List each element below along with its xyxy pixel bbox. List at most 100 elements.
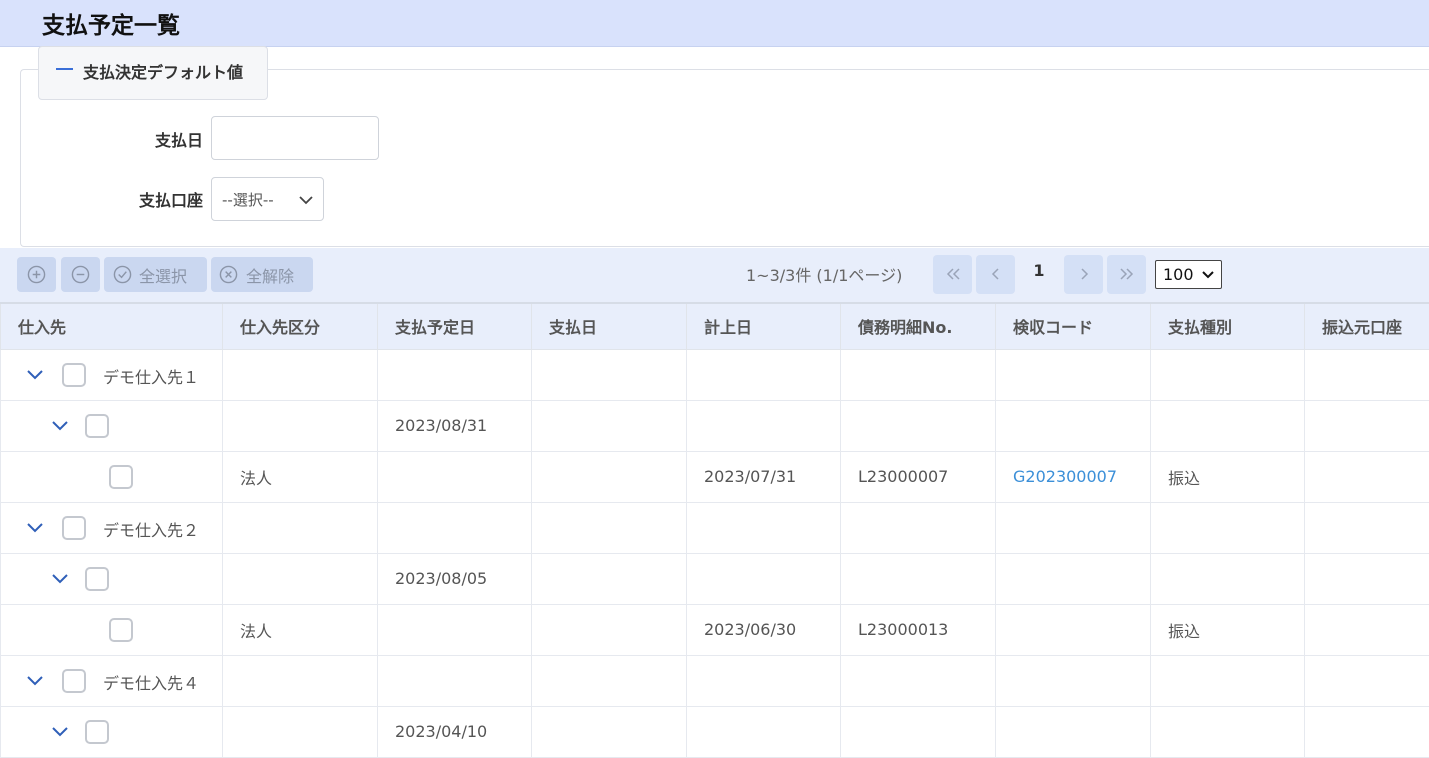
chevron-down-icon[interactable] <box>51 725 69 739</box>
cell-account <box>1305 604 1429 655</box>
cell-pay-type <box>1151 553 1305 604</box>
cell-account <box>1305 706 1429 757</box>
cell-inspection <box>996 655 1151 706</box>
section-toggle[interactable]: 支払決定デフォルト値 <box>38 46 268 100</box>
cell-debt-no: L23000013 <box>841 604 996 655</box>
column-header[interactable]: 仕入先 <box>1 303 223 349</box>
row-checkbox[interactable] <box>62 363 86 387</box>
double-chevron-left-icon <box>945 267 961 281</box>
collapse-all-button[interactable] <box>61 257 100 292</box>
account-select-value: --選択-- <box>222 189 274 210</box>
cell-category <box>223 706 378 757</box>
cell-account <box>1305 553 1429 604</box>
table-toolbar: 全選択 全解除 1~3/3件 (1/1ページ) 1 100 <box>0 248 1429 302</box>
chevron-down-icon[interactable] <box>26 521 44 535</box>
table-row: 2023/08/05 <box>1 553 1429 604</box>
per-page-select[interactable]: 100 <box>1155 260 1222 289</box>
chevron-right-icon <box>1076 267 1092 281</box>
cell-category: 法人 <box>223 604 378 655</box>
cell-category <box>223 502 378 553</box>
row-checkbox[interactable] <box>62 669 86 693</box>
select-all-label: 全選択 <box>139 263 187 287</box>
tree-cell <box>1 400 223 451</box>
cell-post-date: 2023/06/30 <box>687 604 841 655</box>
cell-scheduled <box>378 451 532 502</box>
column-header[interactable]: 支払日 <box>532 303 687 349</box>
cell-debt-no <box>841 400 996 451</box>
page-range-text: 1~3/3件 (1/1ページ) <box>746 262 902 286</box>
cell-pay-date <box>532 553 687 604</box>
select-all-button[interactable]: 全選択 <box>104 257 207 292</box>
row-checkbox[interactable] <box>85 720 109 744</box>
expand-all-button[interactable] <box>17 257 56 292</box>
row-checkbox[interactable] <box>109 618 133 642</box>
tree-cell <box>1 604 223 655</box>
chevron-down-icon[interactable] <box>51 572 69 586</box>
account-select[interactable]: --選択-- <box>211 177 324 221</box>
cell-post-date <box>687 400 841 451</box>
column-header[interactable]: 振込元口座 <box>1305 303 1429 349</box>
column-header[interactable]: 仕入先区分 <box>223 303 378 349</box>
next-page-button[interactable] <box>1064 255 1103 294</box>
cell-inspection <box>996 604 1151 655</box>
tree-cell <box>1 706 223 757</box>
column-header[interactable]: 支払種別 <box>1151 303 1305 349</box>
chevron-down-icon[interactable] <box>26 674 44 688</box>
cell-pay-date <box>532 604 687 655</box>
column-header[interactable]: 支払予定日 <box>378 303 532 349</box>
cell-inspection <box>996 502 1151 553</box>
cell-inspection <box>996 706 1151 757</box>
chevron-left-icon <box>988 267 1004 281</box>
cell-post-date <box>687 655 841 706</box>
supplier-name: デモ仕入先４ <box>103 670 199 694</box>
account-label: 支払口座 <box>83 187 203 211</box>
supplier-name: デモ仕入先２ <box>103 517 199 541</box>
clear-all-label: 全解除 <box>246 263 294 287</box>
row-checkbox[interactable] <box>85 567 109 591</box>
page-header: 支払予定一覧 <box>0 0 1429 47</box>
tree-cell: デモ仕入先４ <box>1 655 223 706</box>
cell-inspection[interactable]: G202300007 <box>996 451 1151 502</box>
plus-circle-icon <box>27 265 46 284</box>
last-page-button[interactable] <box>1107 255 1146 294</box>
chevron-down-icon[interactable] <box>26 368 44 382</box>
cell-inspection <box>996 400 1151 451</box>
check-circle-icon <box>113 265 132 284</box>
section-title: 支払決定デフォルト値 <box>83 59 243 83</box>
cell-pay-date <box>532 451 687 502</box>
table-row: デモ仕入先４ <box>1 655 1429 706</box>
clear-all-button[interactable]: 全解除 <box>211 257 313 292</box>
cell-account <box>1305 400 1429 451</box>
current-page[interactable]: 1 <box>1024 261 1054 280</box>
cell-debt-no <box>841 655 996 706</box>
cell-scheduled: 2023/08/05 <box>378 553 532 604</box>
cell-scheduled: 2023/04/10 <box>378 706 532 757</box>
prev-page-button[interactable] <box>976 255 1015 294</box>
collapse-icon <box>56 68 73 70</box>
column-header[interactable]: 検収コード <box>996 303 1151 349</box>
cell-post-date <box>687 706 841 757</box>
cell-category <box>223 553 378 604</box>
cell-pay-date <box>532 655 687 706</box>
row-checkbox[interactable] <box>62 516 86 540</box>
column-header[interactable]: 債務明細No. <box>841 303 996 349</box>
cell-post-date: 2023/07/31 <box>687 451 841 502</box>
column-header[interactable]: 計上日 <box>687 303 841 349</box>
cell-post-date <box>687 553 841 604</box>
cell-scheduled <box>378 604 532 655</box>
cell-pay-date <box>532 349 687 400</box>
first-page-button[interactable] <box>933 255 972 294</box>
cell-pay-date <box>532 706 687 757</box>
chevron-down-icon[interactable] <box>51 419 69 433</box>
cell-pay-type: 振込 <box>1151 604 1305 655</box>
cell-scheduled <box>378 349 532 400</box>
cell-category <box>223 655 378 706</box>
row-checkbox[interactable] <box>85 414 109 438</box>
cell-pay-type: 振込 <box>1151 451 1305 502</box>
cell-post-date <box>687 349 841 400</box>
tree-cell <box>1 553 223 604</box>
pay-date-input[interactable] <box>211 116 379 160</box>
table-row: 2023/08/31 <box>1 400 1429 451</box>
row-checkbox[interactable] <box>109 465 133 489</box>
cell-post-date <box>687 502 841 553</box>
